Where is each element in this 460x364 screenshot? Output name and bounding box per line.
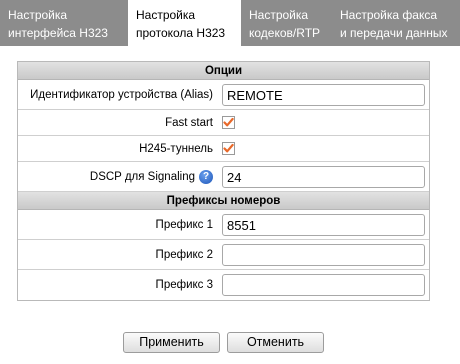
prefix3-label: Префикс 3 [155, 279, 213, 291]
prefix3-row: Префикс 3 [18, 270, 429, 300]
tab-label-line2: и передачи данных [340, 26, 448, 40]
tab-h323-protocol[interactable]: Настройка протокола H323 [128, 0, 241, 48]
tab-fax-data[interactable]: Настройка факса и передачи данных [332, 0, 460, 46]
prefix1-row: Префикс 1 8551 [18, 210, 429, 240]
h245-label: H245-туннель [139, 142, 213, 155]
tab-label-line2: интерфейса H323 [8, 26, 108, 40]
alias-label: Идентификатор устройства (Alias) [30, 88, 213, 101]
alias-input[interactable]: REMOTE [222, 83, 425, 106]
tab-label-line1: Настройка [8, 8, 68, 22]
tab-label-line1: Настройка [249, 8, 309, 22]
prefix3-input[interactable] [222, 274, 425, 296]
tab-h323-interface[interactable]: Настройка интерфейса H323 [0, 0, 128, 46]
tab-label-line2: протокола H323 [136, 26, 226, 40]
tab-codecs-rtp[interactable]: Настройка кодеков/RTP [241, 0, 332, 46]
checkmark-icon [223, 143, 234, 153]
cancel-button[interactable]: Отменить [227, 332, 324, 353]
h245-checkbox[interactable] [222, 142, 235, 155]
tab-label-line1: Настройка [136, 8, 196, 22]
fast-start-checkbox[interactable] [222, 116, 235, 129]
prefixes-section-header: Префиксы номеров [18, 192, 429, 210]
fast-start-label: Fast start [165, 116, 213, 129]
tab-label-line2: кодеков/RTP [249, 26, 321, 40]
help-icon[interactable]: ? [199, 169, 213, 184]
tab-label-line1: Настройка факса [340, 8, 438, 22]
settings-panel: Опции Идентификатор устройства (Alias) R… [17, 61, 430, 301]
prefix1-label: Префикс 1 [155, 218, 213, 231]
checkmark-icon [223, 117, 234, 127]
prefix2-row: Префикс 2 [18, 240, 429, 270]
dscp-input[interactable]: 24 [222, 165, 425, 188]
alias-row: Идентификатор устройства (Alias) REMOTE [18, 80, 429, 110]
dscp-label: DSCP для Signaling [89, 170, 195, 183]
prefix1-input[interactable]: 8551 [222, 213, 425, 236]
h245-row: H245-туннель [18, 136, 429, 162]
tab-bar: Настройка интерфейса H323 Настройка прот… [0, 0, 460, 48]
dscp-row: DSCP для Signaling ? 24 [18, 162, 429, 192]
prefix2-input[interactable] [222, 243, 425, 266]
apply-button[interactable]: Применить [123, 332, 220, 353]
prefix2-label: Префикс 2 [155, 248, 213, 261]
options-section-header: Опции [18, 62, 429, 80]
fast-start-row: Fast start [18, 110, 429, 136]
